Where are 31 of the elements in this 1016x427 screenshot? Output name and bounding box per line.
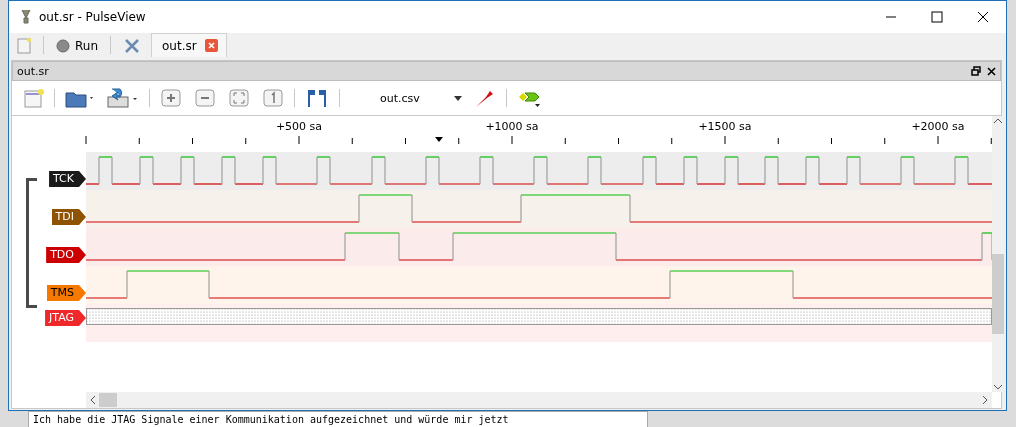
float-icon[interactable] [971, 66, 981, 76]
window-title: out.sr - PulseView [39, 10, 147, 24]
decoder-label[interactable]: JTAG [45, 310, 86, 326]
session-tab[interactable]: out.sr [151, 33, 227, 57]
close-icon[interactable] [987, 66, 996, 76]
scroll-up-icon[interactable] [994, 118, 1002, 123]
scroll-left-icon[interactable] [90, 396, 95, 404]
trigger-marker-icon [435, 137, 443, 142]
scroll-thumb[interactable] [992, 254, 1004, 334]
scroll-thumb[interactable] [99, 393, 117, 407]
ruler-label: +1500 sa [698, 120, 752, 133]
maximize-icon[interactable] [931, 11, 943, 23]
device-dropdown[interactable]: out.csv [346, 87, 466, 109]
app-logo-icon [19, 9, 33, 25]
channel-label[interactable]: TCK [49, 171, 86, 187]
channel-label[interactable]: TDO [46, 247, 86, 263]
channel-label[interactable]: TDI [51, 209, 86, 225]
horizontal-scrollbar[interactable] [86, 392, 992, 408]
post-text: Ich habe die JTAG Signale einer Kommunikation aufgezeichnet und würde mir jetzt [28, 411, 648, 427]
scroll-right-icon[interactable] [983, 396, 988, 404]
run-button[interactable]: Run [52, 35, 102, 57]
channel-label[interactable]: TMS [46, 285, 86, 301]
ruler-label: +500 sa [275, 120, 323, 133]
caret-icon [454, 95, 462, 101]
scroll-down-icon[interactable] [994, 385, 1002, 390]
dock-title: out.sr [17, 64, 50, 78]
close-icon[interactable] [977, 11, 989, 23]
ruler-label: +1000 sa [485, 120, 539, 133]
vertical-scrollbar[interactable] [992, 116, 1004, 392]
record-icon [56, 39, 70, 53]
ruler-label: +2000 sa [911, 120, 965, 133]
